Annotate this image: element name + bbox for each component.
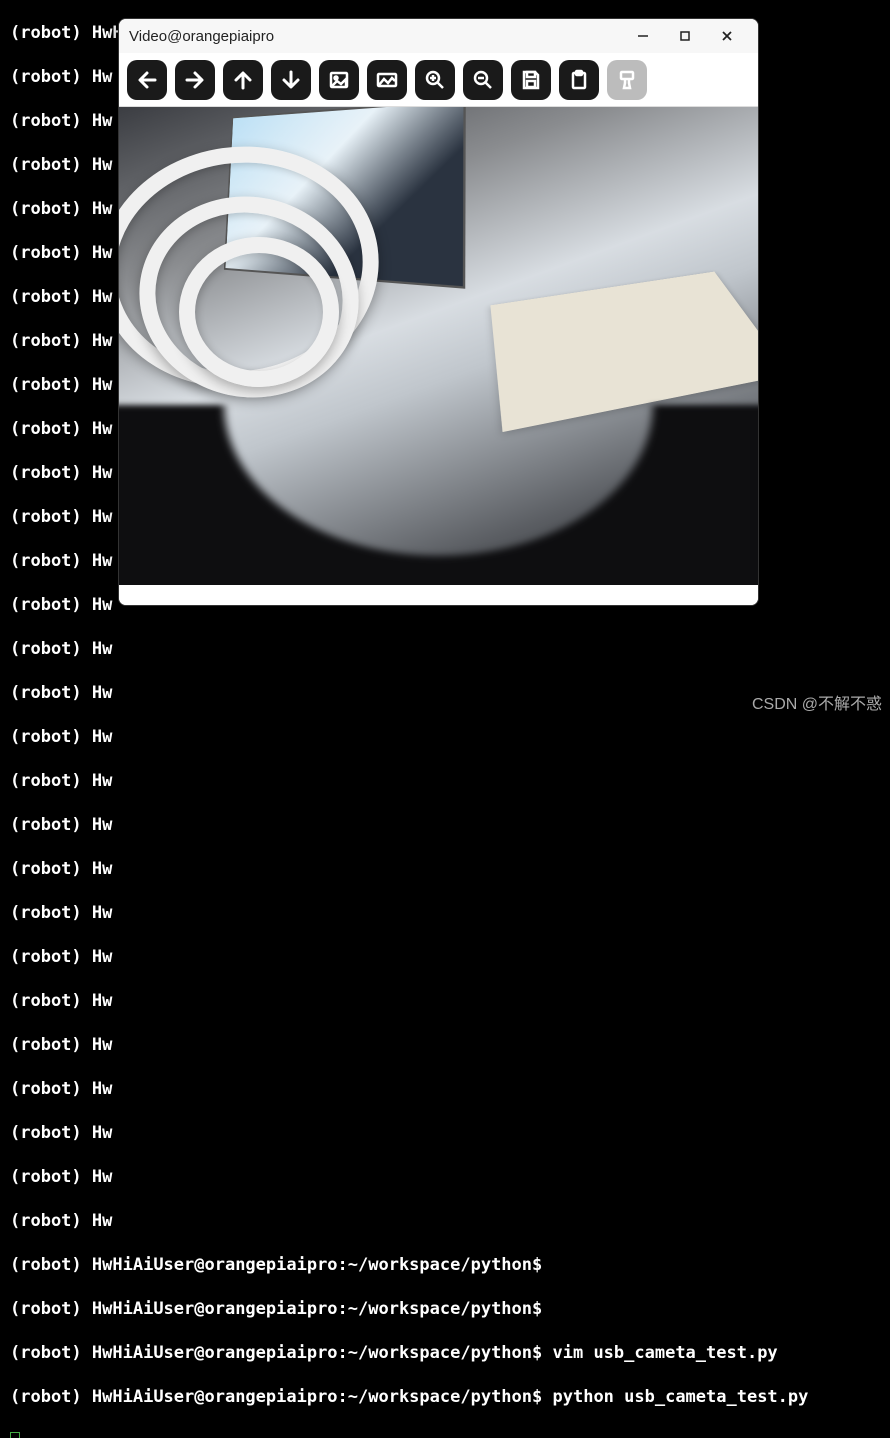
toolbar: [119, 53, 758, 107]
arrow-down-icon: [279, 68, 303, 92]
arrow-left-icon: [135, 68, 159, 92]
brush-icon: [615, 68, 639, 92]
image-landscape-icon: [375, 68, 399, 92]
minimize-button[interactable]: [622, 19, 664, 53]
video-viewport: [119, 107, 758, 585]
floppy-disk-icon: [519, 68, 543, 92]
watermark-text: CSDN @不解不惑: [752, 690, 882, 714]
nav-down-button[interactable]: [271, 60, 311, 100]
terminal-line: (robot) Hw: [10, 814, 890, 836]
cursor-icon: [10, 1432, 20, 1438]
close-icon: [720, 29, 734, 43]
maximize-icon: [678, 29, 692, 43]
terminal-line: (robot) HwHiAiUser@orangepiaipro:~/works…: [10, 1254, 890, 1276]
terminal-line: (robot) Hw: [10, 990, 890, 1012]
status-bar: [119, 585, 758, 605]
arrow-right-icon: [183, 68, 207, 92]
terminal-line: (robot) Hw: [10, 1210, 890, 1232]
clipboard-icon: [567, 68, 591, 92]
brush-button[interactable]: [607, 60, 647, 100]
video-window: Video@orangepiaipro: [118, 18, 759, 606]
maximize-button[interactable]: [664, 19, 706, 53]
terminal-cursor-line[interactable]: [10, 1430, 890, 1438]
terminal-line: (robot) Hw: [10, 638, 890, 660]
terminal-line: (robot) Hw: [10, 902, 890, 924]
zoom-out-button[interactable]: [463, 60, 503, 100]
terminal-line: (robot) HwHiAiUser@orangepiaipro:~/works…: [10, 1386, 890, 1408]
nav-forward-button[interactable]: [175, 60, 215, 100]
image-landscape-button[interactable]: [367, 60, 407, 100]
image-icon: [327, 68, 351, 92]
nav-up-button[interactable]: [223, 60, 263, 100]
terminal-line: (robot) Hw: [10, 1078, 890, 1100]
zoom-in-icon: [423, 68, 447, 92]
terminal-line: (robot) Hw: [10, 770, 890, 792]
window-titlebar[interactable]: Video@orangepiaipro: [119, 19, 758, 53]
terminal-line: (robot) Hw: [10, 946, 890, 968]
zoom-in-button[interactable]: [415, 60, 455, 100]
save-button[interactable]: [511, 60, 551, 100]
close-button[interactable]: [706, 19, 748, 53]
arrow-up-icon: [231, 68, 255, 92]
terminal-line: (robot) Hw: [10, 726, 890, 748]
zoom-out-icon: [471, 68, 495, 92]
camera-content: [119, 405, 758, 585]
minimize-icon: [636, 29, 650, 43]
terminal-line: (robot) HwHiAiUser@orangepiaipro:~/works…: [10, 1342, 890, 1364]
window-title: Video@orangepiaipro: [129, 28, 274, 45]
terminal-line: (robot) Hw: [10, 858, 890, 880]
terminal-line: (robot) Hw: [10, 1122, 890, 1144]
image-button[interactable]: [319, 60, 359, 100]
nav-back-button[interactable]: [127, 60, 167, 100]
terminal-line: (robot) HwHiAiUser@orangepiaipro:~/works…: [10, 1298, 890, 1320]
clipboard-button[interactable]: [559, 60, 599, 100]
terminal-line: (robot) Hw: [10, 1166, 890, 1188]
terminal-line: (robot) Hw: [10, 1034, 890, 1056]
